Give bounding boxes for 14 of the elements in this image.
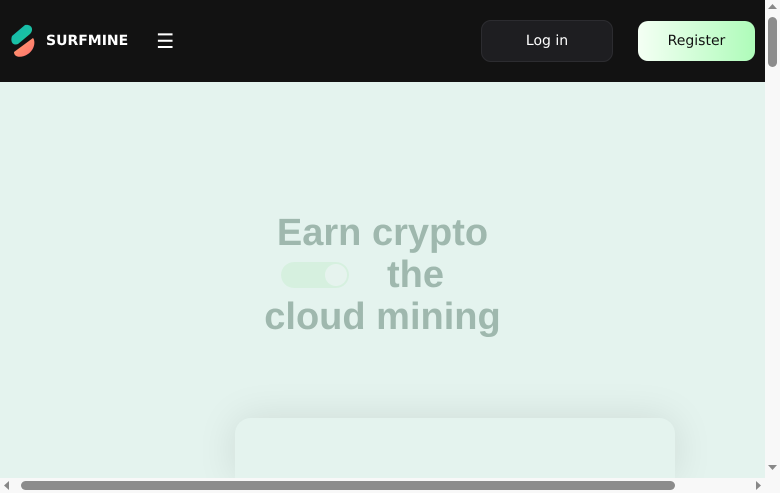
scroll-left-icon[interactable] bbox=[4, 481, 9, 490]
brand-name: SURFMINE bbox=[46, 32, 128, 50]
hero-heading-line: Earn crypto bbox=[276, 212, 488, 254]
hero-heading-line: cloud mining bbox=[264, 296, 501, 338]
scroll-right-icon[interactable] bbox=[756, 481, 761, 490]
scrollbar-thumb[interactable] bbox=[21, 481, 675, 490]
scroll-down-icon[interactable] bbox=[768, 465, 777, 470]
register-button[interactable]: Register bbox=[638, 21, 755, 61]
scroll-up-icon[interactable] bbox=[768, 4, 777, 9]
scrollbar-thumb[interactable] bbox=[768, 17, 777, 67]
login-button[interactable]: Log in bbox=[481, 20, 613, 62]
logo-icon bbox=[10, 24, 36, 58]
menu-button[interactable]: ☰ bbox=[156, 31, 174, 51]
hero-heading-line: the bbox=[387, 254, 444, 296]
